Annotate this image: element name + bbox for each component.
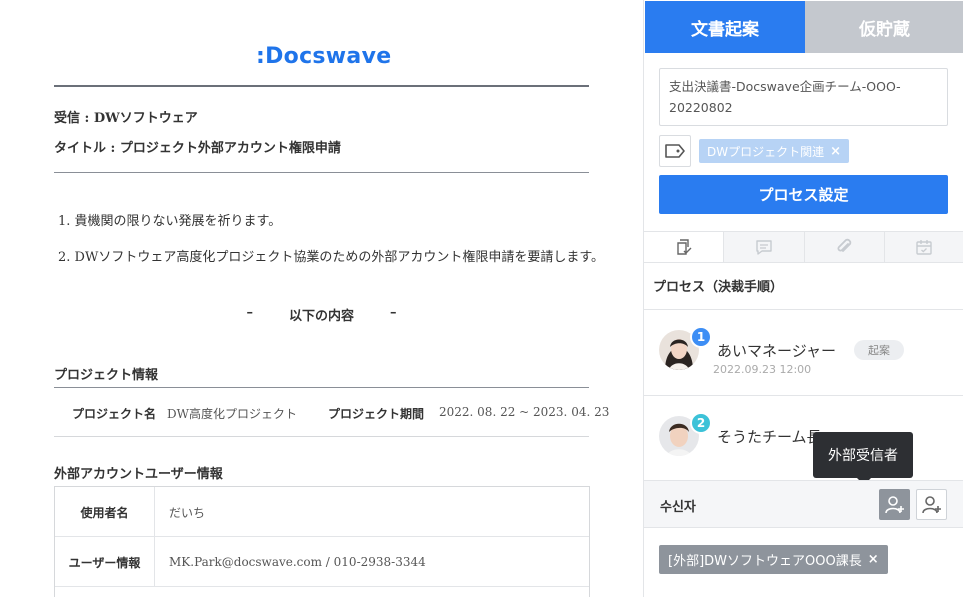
user-info-label: ユーザー情報 — [55, 537, 155, 587]
body-item-1: 1. 貴機関の限りない発展を祈ります。 — [58, 214, 282, 229]
tab-comments[interactable] — [723, 232, 804, 262]
center-note: – 以下の内容 – — [54, 305, 589, 324]
receiver-chip: [外部]DWソフトウェアOOO課長 × — [659, 545, 888, 574]
approver-name: あいマネージャー — [717, 342, 836, 360]
user-info-table: 使用者名 だいち ユーザー情報 MK.Park@docswave.com / 0… — [54, 486, 590, 597]
project-info-divider — [54, 436, 589, 437]
receiver-section: 수신자 — [644, 480, 963, 528]
project-section-divider — [54, 387, 589, 388]
tag-chip: DWプロジェクト関連 × — [699, 139, 850, 163]
header-divider — [54, 85, 589, 87]
approval-icon — [676, 238, 692, 255]
docswave-logo: :Docswave — [256, 44, 392, 69]
project-period-label: プロジェクト期間 — [328, 407, 425, 421]
tab-attachments[interactable] — [803, 232, 884, 262]
center-note-dash-right: – — [390, 305, 397, 320]
add-external-receiver-button[interactable] — [879, 489, 910, 520]
project-section-title: プロジェクト情報 — [54, 368, 159, 383]
tab-temp-save[interactable]: 仮貯蔵 — [805, 1, 963, 53]
center-note-dash-left: – — [246, 305, 253, 320]
add-internal-receiver-button[interactable] — [916, 489, 947, 520]
step-badge-2: 2 — [690, 412, 712, 434]
calendar-icon — [916, 240, 933, 255]
tab-approval[interactable] — [644, 232, 724, 262]
tag-icon — [665, 144, 685, 158]
project-name-value: DW高度化プロジェクト — [167, 407, 297, 421]
document-preview: :Docswave 受信 : DWソフトウェア タイトル : プロジェクト外部ア… — [0, 0, 643, 597]
process-settings-button[interactable]: プロセス設定 — [659, 175, 948, 214]
process-title: プロセス（決裁手順） — [653, 280, 784, 295]
user-name-label: 使用者名 — [55, 487, 155, 537]
add-user-icon — [921, 495, 941, 513]
table-row: ユーザー情報 MK.Park@docswave.com / 010-2938-3… — [55, 537, 589, 587]
approver-date: 2022.09.23 12:00 — [713, 363, 812, 376]
attachment-icon — [837, 238, 852, 252]
comment-icon — [756, 240, 772, 255]
tag-button[interactable] — [659, 135, 691, 167]
project-name-label: プロジェクト名 — [72, 407, 157, 421]
approver-item[interactable]: 1 あいマネージャー 起案 2022.09.23 12:00 — [644, 310, 963, 394]
recipient-line: 受信 : DWソフトウェア — [54, 111, 198, 126]
tab-calendar[interactable] — [883, 232, 963, 262]
receiver-chip-label: [外部]DWソフトウェアOOO課長 — [668, 554, 862, 569]
center-note-text: 以下の内容 — [288, 309, 354, 324]
step-badge-1: 1 — [690, 326, 712, 348]
sub-tabs — [644, 231, 963, 263]
document-name-field[interactable]: 支出決議書-Docswave企画チーム-OOO-20220802 — [659, 68, 948, 126]
project-period-value: 2022. 08. 22 ~ 2023. 04. 23 — [439, 405, 610, 419]
user-info-value: MK.Park@docswave.com / 010-2938-3344 — [169, 555, 426, 569]
tag-chip-close-icon[interactable]: × — [830, 144, 841, 159]
top-tabs: 文書起案 仮貯蔵 — [645, 1, 963, 53]
tag-chip-label: DWプロジェクト関連 — [707, 144, 825, 159]
title-line: タイトル : プロジェクト外部アカウント権限申請 — [54, 141, 341, 156]
meta-divider — [54, 172, 589, 173]
user-section-title: 外部アカウントユーザー情報 — [54, 467, 223, 482]
add-user-icon — [884, 495, 904, 513]
body-item-2: 2. DWソフトウェア高度化プロジェクト協業のための外部アカウント権限申請を要請… — [58, 250, 605, 265]
draft-side-panel: 文書起案 仮貯蔵 支出決議書-Docswave企画チーム-OOO-2022080… — [643, 0, 963, 597]
receiver-label: 수신자 — [660, 500, 696, 515]
role-badge: 起案 — [854, 340, 904, 360]
tab-draft[interactable]: 文書起案 — [645, 1, 805, 53]
approver-name: そうたチーム長 — [717, 428, 822, 446]
user-name-value: だいち — [169, 505, 206, 520]
external-receiver-tooltip: 外部受信者 — [813, 432, 913, 485]
approver-item[interactable]: 2 そうたチーム長 — [644, 396, 963, 480]
receiver-chip-close-icon[interactable]: × — [868, 552, 879, 567]
table-row: 使用者名 だいち — [55, 487, 589, 537]
